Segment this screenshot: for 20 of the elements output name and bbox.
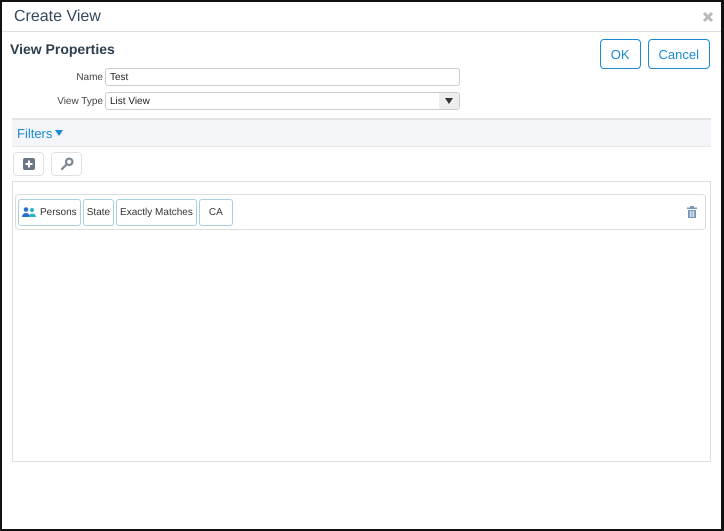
section-title: View Properties	[10, 41, 115, 57]
ok-button[interactable]: OK	[600, 39, 641, 69]
window-title: Create View	[14, 8, 101, 26]
field-label: View Type	[56, 96, 103, 106]
plus-icon	[22, 158, 34, 170]
cancel-button[interactable]: Cancel	[648, 39, 710, 69]
people-icon	[22, 207, 36, 217]
entity-chip[interactable]: Persons	[18, 198, 81, 226]
caret-icon	[445, 98, 453, 104]
add-button[interactable]	[13, 152, 44, 176]
caret-icon	[55, 130, 64, 136]
value-chip[interactable]: CA	[198, 198, 233, 226]
input-field[interactable]: Test	[105, 68, 460, 86]
trash-icon[interactable]	[687, 206, 697, 218]
select-field[interactable]: List View	[105, 92, 460, 110]
filter-chip[interactable]: State	[82, 198, 114, 226]
field-label: Name	[75, 72, 103, 82]
close-icon[interactable]	[703, 12, 713, 22]
settings-button[interactable]	[51, 152, 82, 176]
filter-chip[interactable]: Exactly Matches	[116, 198, 197, 226]
